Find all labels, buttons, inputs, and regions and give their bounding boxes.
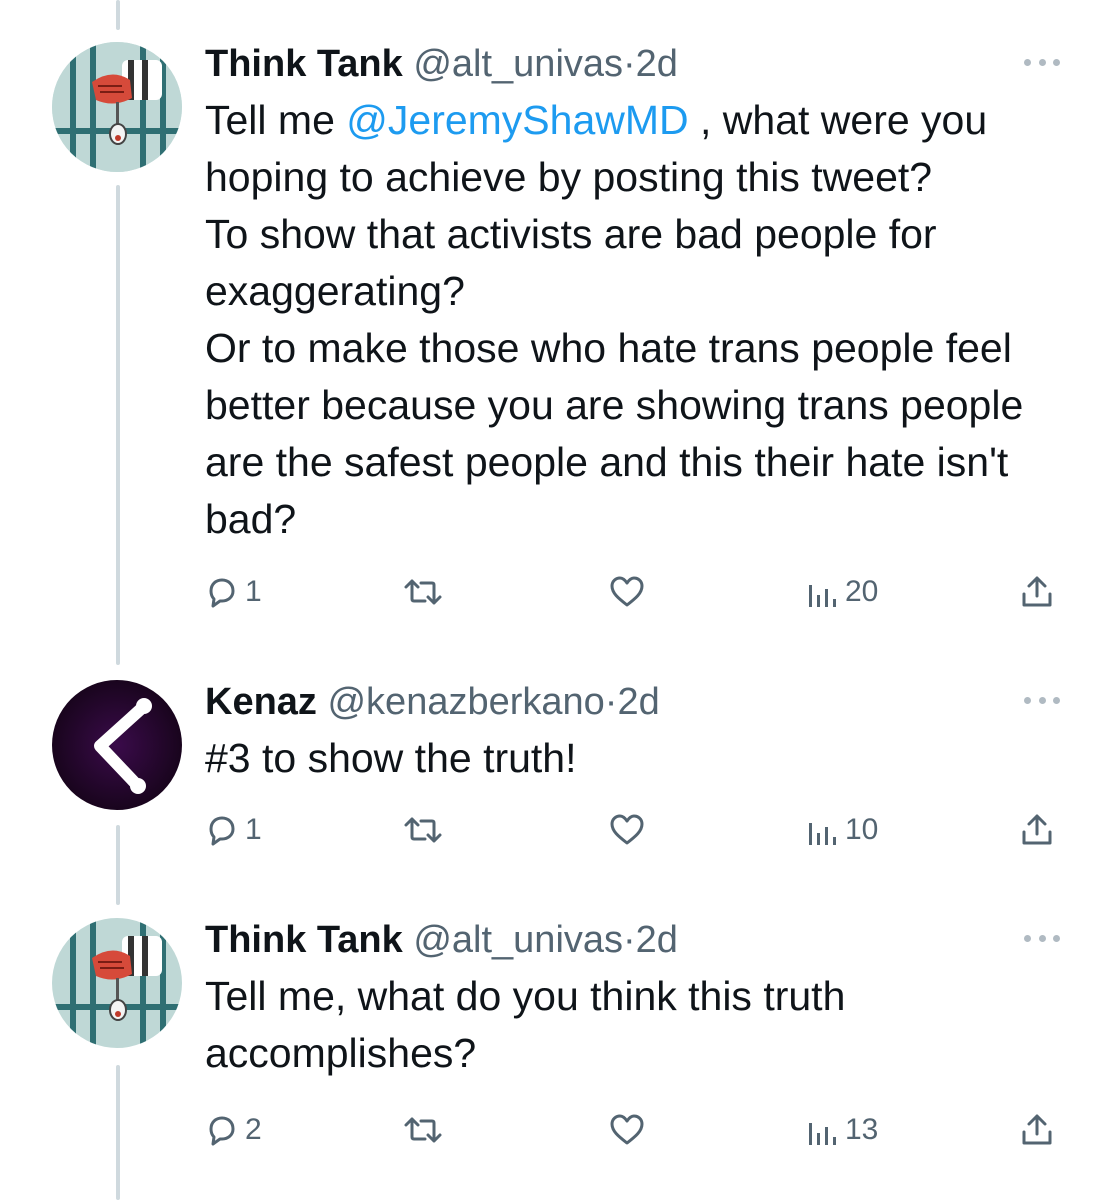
action-bar: 2 13 bbox=[205, 1106, 1065, 1154]
heart-icon bbox=[610, 1114, 644, 1145]
separator-dot: · bbox=[623, 43, 636, 85]
views-button[interactable]: 13 bbox=[805, 1106, 878, 1154]
prison-bars-hand-avatar-icon bbox=[52, 42, 182, 172]
tweet[interactable]: Think Tank @alt_univas·2d Tell me @Jerem… bbox=[0, 40, 1118, 640]
retweet-icon bbox=[404, 1117, 442, 1143]
tweet-text: #3 to show the truth! bbox=[205, 730, 1065, 787]
action-bar: 1 10 bbox=[205, 806, 1065, 854]
share-button[interactable] bbox=[1019, 1106, 1055, 1154]
kenaz-rune-avatar-icon bbox=[52, 680, 182, 810]
view-count: 10 bbox=[845, 813, 879, 846]
view-count: 20 bbox=[845, 575, 879, 608]
display-name[interactable]: Think Tank bbox=[205, 919, 403, 961]
like-button[interactable] bbox=[608, 1106, 646, 1154]
display-name[interactable]: Kenaz bbox=[205, 681, 317, 723]
timestamp[interactable]: 2d bbox=[636, 43, 678, 85]
more-options-icon[interactable] bbox=[1024, 926, 1060, 950]
avatar[interactable] bbox=[52, 918, 182, 1048]
reply-count: 1 bbox=[245, 813, 262, 846]
timestamp[interactable]: 2d bbox=[636, 919, 678, 961]
tweet-header: Think Tank @alt_univas·2d bbox=[205, 40, 678, 88]
display-name[interactable]: Think Tank bbox=[205, 43, 403, 85]
retweet-icon bbox=[404, 579, 442, 605]
reply-button[interactable]: 2 bbox=[205, 1106, 262, 1154]
reply-icon bbox=[209, 816, 235, 846]
reply-button[interactable]: 1 bbox=[205, 568, 262, 616]
reply-count: 1 bbox=[245, 575, 262, 608]
retweet-button[interactable] bbox=[403, 806, 443, 854]
thread-line-top bbox=[116, 0, 120, 30]
retweet-button[interactable] bbox=[403, 1106, 443, 1154]
share-button[interactable] bbox=[1019, 806, 1055, 854]
avatar[interactable] bbox=[52, 680, 182, 810]
text-paragraph: To show that activists are bad people fo… bbox=[205, 211, 937, 314]
text-paragraph: Tell me, what do you think this truth ac… bbox=[205, 973, 846, 1076]
views-button[interactable]: 20 bbox=[805, 568, 878, 616]
tweet[interactable]: Think Tank @alt_univas·2d Tell me, what … bbox=[0, 916, 1118, 1176]
analytics-icon bbox=[809, 823, 836, 845]
text-paragraph: #3 to show the truth! bbox=[205, 735, 577, 781]
prison-bars-hand-avatar-icon bbox=[52, 918, 182, 1048]
retweet-icon bbox=[404, 817, 442, 843]
share-icon bbox=[1022, 814, 1052, 845]
share-button[interactable] bbox=[1019, 568, 1055, 616]
text-segment: Tell me bbox=[205, 97, 347, 143]
reply-icon bbox=[209, 1116, 235, 1146]
user-handle[interactable]: @kenazberkano bbox=[327, 681, 604, 723]
separator-dot: · bbox=[623, 919, 636, 961]
user-handle[interactable]: @alt_univas bbox=[413, 919, 623, 961]
more-options-icon[interactable] bbox=[1024, 50, 1060, 74]
reply-count: 2 bbox=[245, 1113, 262, 1146]
analytics-icon bbox=[809, 585, 836, 607]
tweet[interactable]: Kenaz @kenazberkano·2d #3 to show the tr… bbox=[0, 678, 1118, 878]
tweet-text: Tell me, what do you think this truth ac… bbox=[205, 968, 965, 1082]
tweet-text: Tell me @JeremyShawMD , what were you ho… bbox=[205, 92, 1065, 548]
action-bar: 1 20 bbox=[205, 568, 1065, 616]
text-paragraph: Or to make those who hate trans people f… bbox=[205, 325, 1024, 542]
timestamp[interactable]: 2d bbox=[617, 681, 659, 723]
separator-dot: · bbox=[604, 681, 618, 723]
like-button[interactable] bbox=[608, 568, 646, 616]
heart-icon bbox=[610, 814, 644, 845]
tweet-header: Kenaz @kenazberkano·2d bbox=[205, 678, 660, 726]
reply-button[interactable]: 1 bbox=[205, 806, 262, 854]
like-button[interactable] bbox=[608, 806, 646, 854]
more-options-icon[interactable] bbox=[1024, 688, 1060, 712]
user-handle[interactable]: @alt_univas bbox=[413, 43, 623, 85]
retweet-button[interactable] bbox=[403, 568, 443, 616]
mention-link[interactable]: @JeremyShawMD bbox=[346, 97, 688, 143]
tweet-header: Think Tank @alt_univas·2d bbox=[205, 916, 678, 964]
avatar[interactable] bbox=[52, 42, 182, 172]
views-button[interactable]: 10 bbox=[805, 806, 878, 854]
reply-icon bbox=[209, 578, 235, 608]
view-count: 13 bbox=[845, 1113, 879, 1146]
share-icon bbox=[1022, 1114, 1052, 1145]
heart-icon bbox=[610, 576, 644, 607]
share-icon bbox=[1022, 576, 1052, 607]
analytics-icon bbox=[809, 1123, 836, 1145]
